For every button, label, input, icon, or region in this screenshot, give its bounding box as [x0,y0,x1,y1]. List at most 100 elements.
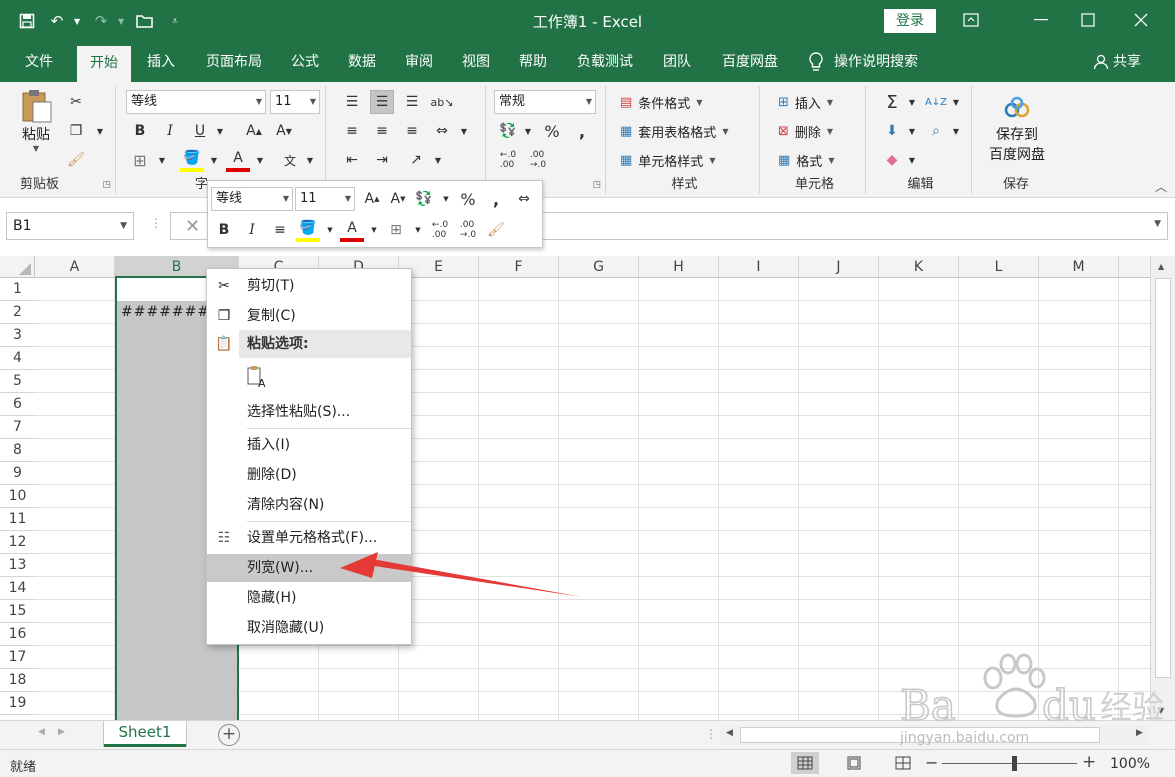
collapse-ribbon-icon[interactable]: ︿ [1155,178,1167,195]
ribbon-display-options-icon[interactable] [950,4,992,36]
close-icon[interactable] [1120,4,1162,36]
menu-item-column-width[interactable]: 列宽(W)... [207,554,411,582]
row-header[interactable]: 3 [0,324,35,347]
align-top-icon[interactable]: ☰ [340,90,364,114]
row-header[interactable]: 1 [0,278,35,301]
mini-decrease-decimal-icon[interactable]: .00 →.0 [456,218,480,242]
menu-item-delete[interactable]: 删除(D) [207,461,411,489]
menu-item-copy[interactable]: ❐ 复制(C) [207,302,411,330]
tell-me-search[interactable]: 操作说明搜索 [808,42,918,82]
number-format-combo[interactable]: 常规 ▼ [494,90,596,114]
font-color-dropdown-icon[interactable]: ▼ [248,148,272,172]
row-header[interactable]: 12 [0,531,35,554]
login-button[interactable]: 登录 [884,9,936,33]
row-header[interactable]: 19 [0,692,35,715]
copy-icon[interactable]: ❐ [64,119,88,143]
accounting-dropdown-icon[interactable]: ▼ [516,119,540,143]
sort-filter-dropdown-icon[interactable]: ▼ [944,90,968,114]
column-header-f[interactable]: F [479,256,559,278]
fill-dropdown-icon[interactable]: ▼ [900,119,924,143]
name-box-dropdown-icon[interactable]: ▼ [120,213,127,239]
tab-load-test[interactable]: 负载测试 [568,42,642,82]
zoom-in-icon[interactable]: + [1082,752,1096,772]
merge-center-icon[interactable]: ⇔ [430,119,454,143]
vertical-scroll-thumb[interactable] [1155,278,1171,678]
page-break-view-icon[interactable] [889,752,917,774]
scroll-up-icon[interactable]: ▲ [1158,262,1164,271]
font-name-combo[interactable]: 等线 ▼ [126,90,266,114]
borders-dropdown-icon[interactable]: ▼ [150,148,174,172]
increase-indent-icon[interactable]: ⇥ [370,148,394,172]
find-select-dropdown-icon[interactable]: ▼ [944,119,968,143]
autosum-dropdown-icon[interactable]: ▼ [900,90,924,114]
fill-color-dropdown-icon[interactable]: ▼ [202,148,226,172]
fill-color-icon[interactable]: 🪣 [180,148,204,172]
copy-dropdown-icon[interactable]: ▼ [88,119,112,143]
align-center-icon[interactable]: ≡ [370,119,394,143]
mini-accounting-dropdown-icon[interactable]: ▼ [434,187,458,211]
mini-fill-color-icon[interactable]: 🪣 [296,218,320,242]
prev-sheet-icon[interactable]: ◀ [38,727,45,737]
merge-dropdown-icon[interactable]: ▼ [452,119,476,143]
tab-page-layout[interactable]: 页面布局 [196,42,272,82]
mini-decrease-font-icon[interactable]: A ▼ [386,187,410,211]
tab-data[interactable]: 数据 [337,42,387,82]
phonetic-dropdown-icon[interactable]: ▼ [298,148,322,172]
delete-cells-button[interactable]: ⊠ 删除 ▼ [778,119,833,143]
minimize-icon[interactable] [1020,4,1062,36]
text-direction-dropdown-icon[interactable]: ▼ [426,148,450,172]
bold-icon[interactable]: B [128,119,152,143]
row-header[interactable]: 17 [0,646,35,669]
mini-format-painter-icon[interactable]: 🖌 [484,218,508,242]
clipboard-launcher-icon[interactable]: ◳ [102,180,111,190]
number-launcher-icon[interactable]: ◳ [592,180,601,190]
orientation-icon[interactable]: ab↘ [430,90,454,114]
expand-formula-bar-icon[interactable]: ▼ [1154,219,1161,229]
menu-item-format-cells[interactable]: ☷ 设置单元格格式(F)... [207,524,411,552]
mini-italic-icon[interactable]: I [240,218,264,242]
mini-increase-font-icon[interactable]: A ▲ [360,187,384,211]
mini-font-name-combo[interactable]: 等线 ▼ [211,187,293,211]
column-header-a[interactable]: A [35,256,115,278]
row-header[interactable]: 11 [0,508,35,531]
row-header[interactable]: 10 [0,485,35,508]
decrease-decimal-icon[interactable]: .00 →.0 [526,148,550,172]
format-cells-button[interactable]: ▦ 格式 ▼ [778,148,834,172]
paste-button[interactable]: 粘贴 ▼ [12,88,60,153]
menu-item-insert[interactable]: 插入(I) [207,431,411,459]
mini-center-icon[interactable]: ≡ [268,218,292,242]
select-all-button[interactable] [0,256,35,278]
mini-percent-icon[interactable]: % [456,187,480,211]
font-size-combo[interactable]: 11 ▼ [270,90,320,114]
increase-font-icon[interactable]: A ▲ [242,119,266,143]
decrease-font-icon[interactable]: A ▼ [272,119,296,143]
zoom-level[interactable]: 100% [1110,756,1150,772]
tab-file[interactable]: 文件 [14,42,64,82]
maximize-icon[interactable] [1067,4,1109,36]
paste-keep-source-icon[interactable]: A [245,365,271,391]
row-header[interactable]: 13 [0,554,35,577]
add-sheet-icon[interactable]: + [218,724,240,746]
tab-formulas[interactable]: 公式 [280,42,330,82]
underline-dropdown-icon[interactable]: ▼ [208,119,232,143]
mini-merge-icon[interactable]: ⇔ [512,187,536,211]
row-header[interactable]: 6 [0,393,35,416]
row-header[interactable]: 4 [0,347,35,370]
column-header-j[interactable]: J [799,256,879,278]
zoom-slider[interactable] [942,763,1077,764]
tab-team[interactable]: 团队 [652,42,702,82]
row-header[interactable]: 14 [0,577,35,600]
paste-dropdown-icon[interactable]: ▼ [12,144,60,153]
row-header[interactable]: 9 [0,462,35,485]
column-header-g[interactable]: G [559,256,639,278]
format-painter-icon[interactable]: 🖌 [64,148,88,172]
formula-bar-grip-icon[interactable]: ⋮ [150,216,162,230]
save-to-baidu-button[interactable]: 保存到 百度网盘 [980,96,1054,164]
mini-font-size-combo[interactable]: 11 ▼ [295,187,355,211]
row-header[interactable]: 8 [0,439,35,462]
mini-font-color-dropdown-icon[interactable]: ▼ [362,218,386,242]
cancel-icon[interactable]: ✕ [185,216,200,237]
scroll-left-icon[interactable]: ◀ [726,728,733,738]
increase-decimal-icon[interactable]: ←.0.00 [496,148,520,172]
align-bottom-icon[interactable]: ☰ [400,90,424,114]
